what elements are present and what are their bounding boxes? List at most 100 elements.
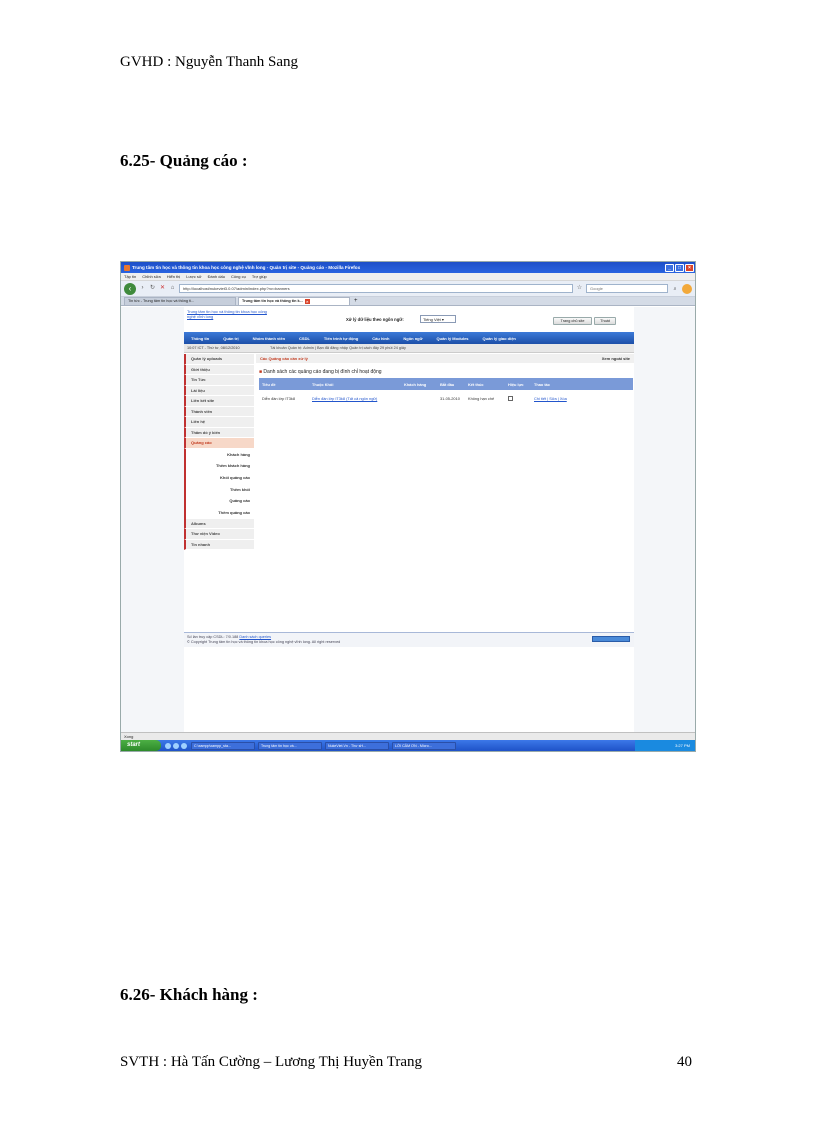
table-header-row: Tiêu đề Thuộc Khối Khách hàng Bắt đầu Kế… [259,378,633,390]
quicklaunch-icon[interactable] [165,742,171,749]
browser-screenshot: Trung tâm tin học và thông tin khoa học … [120,261,696,752]
table-row: Diễn đàn lớp IT3k8 Diễn đàn lớp IT3k8 (T… [259,390,633,407]
nav-giao-dien[interactable]: Quản lý giao diện [476,336,523,341]
breadcrumb-current[interactable]: Các Quảng cáo cần xử lý [260,356,308,361]
search-input[interactable]: Google [586,284,668,293]
site-home-button[interactable]: Trang chủ site [553,317,592,325]
firefox-icon [124,264,130,271]
sidebar-sub-them-quang-cao[interactable]: Thêm quảng cáo [184,506,254,519]
cell-block-link[interactable]: Diễn đàn lớp IT3k8 (Tất cả ngôn ngữ) [309,390,401,407]
cell-start: 31-05-2010 [440,396,460,401]
address-bar[interactable]: http://localhost/nukeviet3.0.07/admin/in… [179,284,573,293]
addon-icon[interactable] [682,283,692,294]
banners-table: Tiêu đề Thuộc Khối Khách hàng Bắt đầu Kế… [259,378,633,407]
tab-tin-tuc[interactable]: Tin tức - Trung tâm tin học và thông ti.… [124,297,236,305]
sidebar-item-uploads[interactable]: Quản lý uploads [184,354,254,365]
browser-menu-bar: Tập tin Chỉnh sửa Hiển thị Lược sử Đánh … [121,273,695,281]
logout-button[interactable]: Thoát [594,317,616,325]
sidebar-item-thanh-vien[interactable]: Thành viên [184,406,254,417]
window-title: Trung tâm tin học và thông tin khoa học … [132,265,361,270]
sidebar-item-gioi-thieu[interactable]: Giới thiệu [184,364,254,375]
taskbar-item-firefox[interactable]: Trung tâm tin học và... [258,741,322,750]
tab-close-icon[interactable]: × [304,298,310,304]
site-header: Trung tâm tin học và thông tin khoa học … [184,307,634,332]
tab-quan-tri[interactable]: Trung tâm tin học và thông tin k... × [238,297,350,305]
footer-copyright: © Copyright Trung tâm tin học và thông t… [187,640,341,644]
page-footer: SVTH : Hà Tấn Cường – Lương Thị Huyền Tr… [120,1054,692,1071]
nav-quan-tri[interactable]: Quản trị [216,336,245,341]
navigation-toolbar: ‹ › ↻ ✕ ⌂ http://localhost/nukeviet3.0.0… [121,281,695,297]
sidebar-sub-them-khoi[interactable]: Thêm khối [184,483,254,496]
maximize-icon[interactable]: □ [675,263,684,272]
col-start: Bắt đầu [437,378,465,390]
col-active: Hiệu lực [505,378,531,390]
menu-tools[interactable]: Công cụ [231,274,246,279]
sidebar-sub-them-khach-hang[interactable]: Thêm khách hàng [184,460,254,472]
sidebar-item-lien-he[interactable]: Liên hệ [184,417,254,428]
menu-file[interactable]: Tập tin [124,274,136,279]
start-button[interactable]: start [121,740,161,751]
sidebar-sub-quang-cao[interactable]: Quảng cáo [184,495,254,507]
sidebar-item-tham-do[interactable]: Thăm dò ý kiến [184,427,254,438]
back-icon[interactable]: ‹ [124,282,136,295]
nav-cau-hinh[interactable]: Cấu hình [365,336,396,341]
view-site-link[interactable]: Xem ngoài site [602,356,630,361]
window-title-bar: Trung tâm tin học và thông tin khoa học … [121,262,695,273]
system-tray-clock: 3:27 PM [635,740,695,751]
nav-ngon-ngu[interactable]: Ngôn ngữ [396,336,429,341]
taskbar-item-xampp[interactable]: C:\xampp\xampp_sta... [191,741,255,750]
nav-nhom-thanh-vien[interactable]: Nhóm thành viên [246,336,292,341]
bookmark-star-icon[interactable]: ☆ [576,285,583,292]
sidebar-sub-khach-hang[interactable]: Khách hàng [184,448,254,461]
sidebar-item-albums[interactable]: Albums [184,518,254,530]
site-logo-link[interactable]: Trung tâm tin học và thông tin khoa học … [187,309,271,319]
active-checkbox[interactable] [508,395,513,401]
nav-modules[interactable]: Quản lý Modules [430,336,476,341]
tab-label: Trung tâm tin học và thông tin k... [242,299,303,303]
nav-csdl[interactable]: CSDL [292,336,317,341]
language-select[interactable]: Tiếng Việt ▾ [420,315,456,323]
new-tab-icon[interactable]: + [354,297,358,305]
info-bar: 10:07 ICT - Thứ tư, 08/12/2010 Tài khoản… [184,344,634,353]
menu-edit[interactable]: Chỉnh sửa [142,274,160,279]
sidebar-item-video[interactable]: Thư viện Video [184,529,254,540]
sidebar-item-quang-cao[interactable]: Quảng cáo [184,438,254,449]
nav-thong-tin[interactable]: Thông tin [184,336,216,341]
sidebar-sub-khoi-quang-cao[interactable]: Khối quảng cáo [184,471,254,484]
reload-icon[interactable]: ↻ [149,285,156,292]
home-icon[interactable]: ⌂ [169,285,176,292]
forward-icon[interactable]: › [139,285,146,292]
menu-bookmarks[interactable]: Đánh dấu [208,274,225,279]
language-label: Xử lý dữ liệu theo ngôn ngữ: [346,317,404,322]
taskbar-item-nukeviet[interactable]: NukeViet.Vn - Thư sH... [325,741,389,750]
minimize-icon[interactable]: _ [665,263,674,272]
stop-icon[interactable]: ✕ [159,285,166,292]
breadcrumb: Các Quảng cáo cần xử lý Xem ngoài site [256,354,634,363]
cell-actions[interactable]: Chi tiết | Sửa | Xóa [531,390,633,407]
col-actions: Thao tác [531,378,633,390]
sidebar-item-tin-tuc[interactable]: Tin Tức [184,375,254,386]
menu-history[interactable]: Lược sử [186,274,201,279]
footer-authors: SVTH : Hà Tấn Cường – Lương Thị Huyền Tr… [120,1054,422,1070]
sidebar-item-lien-ket[interactable]: Liên kết site [184,396,254,407]
menu-help[interactable]: Trợ giúp [252,274,267,279]
search-icon[interactable]: ⌕ [671,286,679,292]
cell-title: Diễn đàn lớp IT3k8 [262,396,296,401]
menu-view[interactable]: Hiển thị [167,274,181,279]
col-client: Khách hàng [401,378,437,390]
admin-site: Trung tâm tin học và thông tin khoa học … [184,307,634,732]
col-end: Kết thúc [465,378,505,390]
quicklaunch-icon[interactable] [173,742,179,749]
admin-sidebar: Quản lý uploads Giới thiệu Tin Tức Lài l… [184,354,254,551]
quick-launch [165,742,187,749]
quicklaunch-icon[interactable] [181,742,187,749]
page-header: GVHD : Nguyễn Thanh Sang [120,54,299,70]
nukeviet-badge-icon[interactable] [592,636,630,642]
close-icon[interactable]: × [685,263,694,272]
queries-link[interactable]: Danh sách queries [239,635,271,639]
sidebar-item-tin-nhanh[interactable]: Tin nhanh [184,539,254,551]
taskbar-item-word[interactable]: LỜI CẢM ƠN - Micro... [392,741,456,750]
sidebar-item-tai-lieu[interactable]: Lài liệu [184,385,254,396]
nav-tien-trinh[interactable]: Tiến trình tự động [317,336,365,341]
windows-taskbar: start C:\xampp\xampp_sta... Trung tâm ti… [121,740,695,751]
